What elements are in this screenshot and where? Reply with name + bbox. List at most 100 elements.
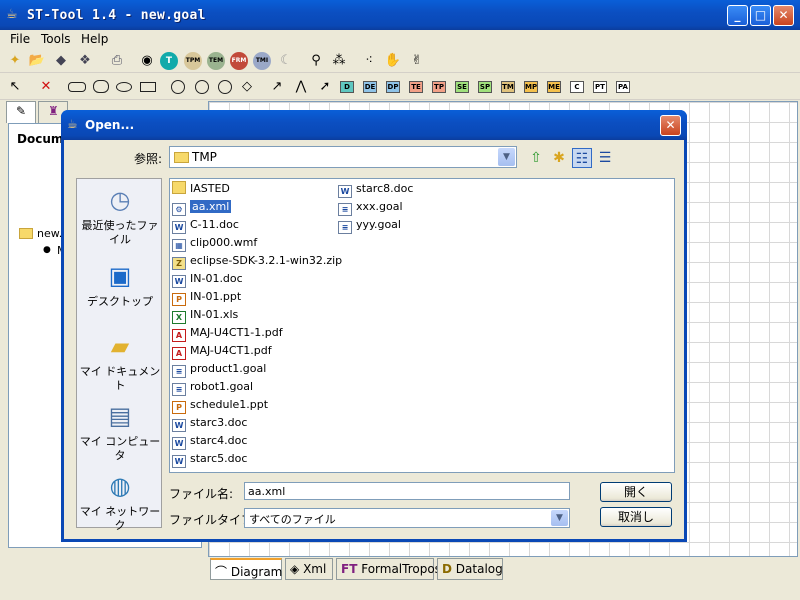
word-doc-icon: W — [172, 275, 186, 288]
powerpoint-file-icon: P — [172, 401, 186, 414]
save-all-icon[interactable]: ❖ — [76, 52, 94, 70]
list-item[interactable]: Pschedule1.ppt — [172, 396, 268, 414]
close-button[interactable]: ✕ — [773, 5, 794, 26]
open-icon[interactable]: 📂 — [28, 52, 46, 70]
delete-icon[interactable]: ✕ — [37, 78, 55, 96]
tool-tmi-icon[interactable]: TMI — [253, 52, 271, 70]
list-item[interactable]: Wstarc8.doc — [338, 180, 413, 198]
tab-document[interactable]: ✎ — [6, 101, 36, 123]
dialog-title: Open... — [85, 118, 135, 132]
dialog-close-button[interactable]: ✕ — [660, 115, 681, 136]
layout-icon[interactable]: ⁂ — [330, 52, 348, 70]
tab-diagram[interactable]: ⌒ Diagram — [210, 558, 282, 580]
look-in-combo[interactable]: TMP ▼ — [169, 146, 517, 168]
list-view-icon[interactable]: ☷ — [572, 148, 592, 168]
menu-file[interactable]: File — [10, 32, 30, 46]
diamond-icon[interactable]: ◇ — [238, 78, 256, 96]
list-item[interactable]: Zeclipse-SDK-3.2.1-win32.zip — [172, 252, 342, 270]
list-item[interactable]: W C-11.doc — [172, 216, 239, 234]
filename-input[interactable] — [244, 482, 570, 500]
tool-tm-icon[interactable]: TM — [501, 81, 515, 93]
list-item[interactable]: X IN-01.xls — [172, 306, 238, 324]
tool-pa-icon[interactable]: PA — [616, 81, 630, 93]
list-item[interactable]: W IN-01.doc — [172, 270, 243, 288]
chevron-down-icon[interactable]: ▼ — [498, 148, 515, 166]
tool-tem-icon[interactable]: TEM — [207, 52, 225, 70]
place-my-documents[interactable]: ▰ マイ ドキュメント — [77, 331, 163, 393]
hand-icon[interactable]: ✋ — [384, 52, 402, 70]
tool-mp-icon[interactable]: MP — [524, 81, 538, 93]
file-name: clip000.wmf — [190, 236, 258, 249]
list-item[interactable]: ⚙ aa.xml — [172, 198, 232, 216]
list-item[interactable]: Wstarc3.doc — [172, 414, 247, 432]
new-icon[interactable]: ✦ — [6, 52, 24, 70]
cancel-button[interactable]: 取消し — [600, 507, 672, 527]
menu-tools[interactable]: Tools — [41, 32, 71, 46]
circle-split-icon[interactable] — [195, 80, 209, 94]
rectangle-icon[interactable] — [140, 82, 156, 92]
tool-tpm-icon[interactable]: TPM — [184, 52, 202, 70]
circle-arc-icon[interactable] — [218, 80, 232, 94]
filetype-select[interactable]: すべてのファイル ▼ — [244, 508, 570, 528]
list-item[interactable]: ▦ clip000.wmf — [172, 234, 258, 252]
and-arrow-icon[interactable]: ⋀ — [292, 78, 310, 96]
tab-datalog[interactable]: D Datalog — [437, 558, 503, 580]
place-my-network[interactable]: ◍ マイ ネットワーク — [77, 471, 163, 533]
tool-c-icon[interactable]: C — [570, 81, 584, 93]
list-item[interactable]: ≡ xxx.goal — [338, 198, 403, 216]
file-name: C-11.doc — [190, 218, 239, 231]
place-recent[interactable]: ◷ 最近使ったファイル — [77, 185, 163, 247]
list-item[interactable]: IASTED — [172, 180, 230, 197]
details-view-icon[interactable]: ☰ — [595, 148, 615, 168]
up-folder-icon[interactable]: ⇧ — [526, 148, 546, 168]
arrow-icon[interactable]: ➚ — [316, 78, 334, 96]
list-item[interactable]: ≡ robot1.goal — [172, 378, 253, 396]
new-folder-icon[interactable]: ✱ — [549, 148, 569, 168]
cloud-icon[interactable] — [93, 80, 109, 93]
place-desktop[interactable]: ▣ デスクトップ — [77, 261, 163, 309]
file-list[interactable]: IASTED ⚙ aa.xml W C-11.doc ▦ clip000.wmf Ze… — [169, 178, 675, 473]
hand-alt-icon[interactable]: ✌ — [408, 52, 426, 70]
list-item[interactable]: A MAJ-U4CT1-1.pdf — [172, 324, 283, 342]
line-arrow-icon[interactable]: ↗ — [268, 78, 286, 96]
list-item[interactable]: Wstarc5.doc — [172, 450, 247, 468]
list-item[interactable]: A MAJ-U4CT1.pdf — [172, 342, 272, 360]
minimize-button[interactable]: _ — [727, 5, 748, 26]
place-my-computer[interactable]: ▤ マイ コンピュータ — [77, 401, 163, 463]
tool-de-icon[interactable]: DE — [363, 81, 377, 93]
list-item[interactable]: Wstarc4.doc — [172, 432, 247, 450]
list-item[interactable]: ≡ yyy.goal — [338, 216, 401, 234]
tool-dp-icon[interactable]: DP — [386, 81, 400, 93]
list-item[interactable]: ≡ product1.goal — [172, 360, 266, 378]
menu-help[interactable]: Help — [81, 32, 108, 46]
circle-icon[interactable] — [171, 80, 185, 94]
tool-t-icon[interactable]: T — [160, 52, 178, 70]
moon-icon[interactable]: ☾ — [277, 52, 295, 70]
tab-formaltropos[interactable]: FT FormalTropos — [336, 558, 441, 580]
tool-d-icon[interactable]: D — [340, 81, 354, 93]
tool-te-icon[interactable]: TE — [409, 81, 423, 93]
open-button[interactable]: 開く — [600, 482, 672, 502]
tool-tp-icon[interactable]: TP — [432, 81, 446, 93]
maximize-button[interactable]: □ — [750, 5, 771, 26]
look-in-label: 参照: — [134, 152, 163, 166]
rounded-rect-icon[interactable] — [68, 82, 86, 92]
list-item[interactable]: P IN-01.ppt — [172, 288, 242, 306]
nodes-icon[interactable]: ⁖ — [360, 52, 378, 70]
chevron-down-icon[interactable]: ▼ — [551, 510, 568, 526]
goal-file-icon: ≡ — [338, 221, 352, 234]
select-arrow-icon[interactable]: ↖ — [6, 78, 24, 96]
tool-me-icon[interactable]: ME — [547, 81, 561, 93]
tab-xml[interactable]: ◈ Xml — [285, 558, 333, 580]
ellipse-icon[interactable] — [116, 82, 132, 92]
tool-sp-icon[interactable]: SP — [478, 81, 492, 93]
file-name: IN-01.ppt — [190, 290, 242, 303]
print-icon[interactable]: ⎙ — [108, 52, 126, 70]
save-icon[interactable]: ◆ — [52, 52, 70, 70]
zoom-icon[interactable]: ⚲ — [307, 52, 325, 70]
tool-se-icon[interactable]: SE — [455, 81, 469, 93]
pointer-tool-icon[interactable]: ◉ — [138, 52, 156, 70]
tool-frm-icon[interactable]: FRM — [230, 52, 248, 70]
tool-pt-icon[interactable]: PT — [593, 81, 607, 93]
tab-formaltropos-label: FormalTropos — [361, 562, 441, 576]
